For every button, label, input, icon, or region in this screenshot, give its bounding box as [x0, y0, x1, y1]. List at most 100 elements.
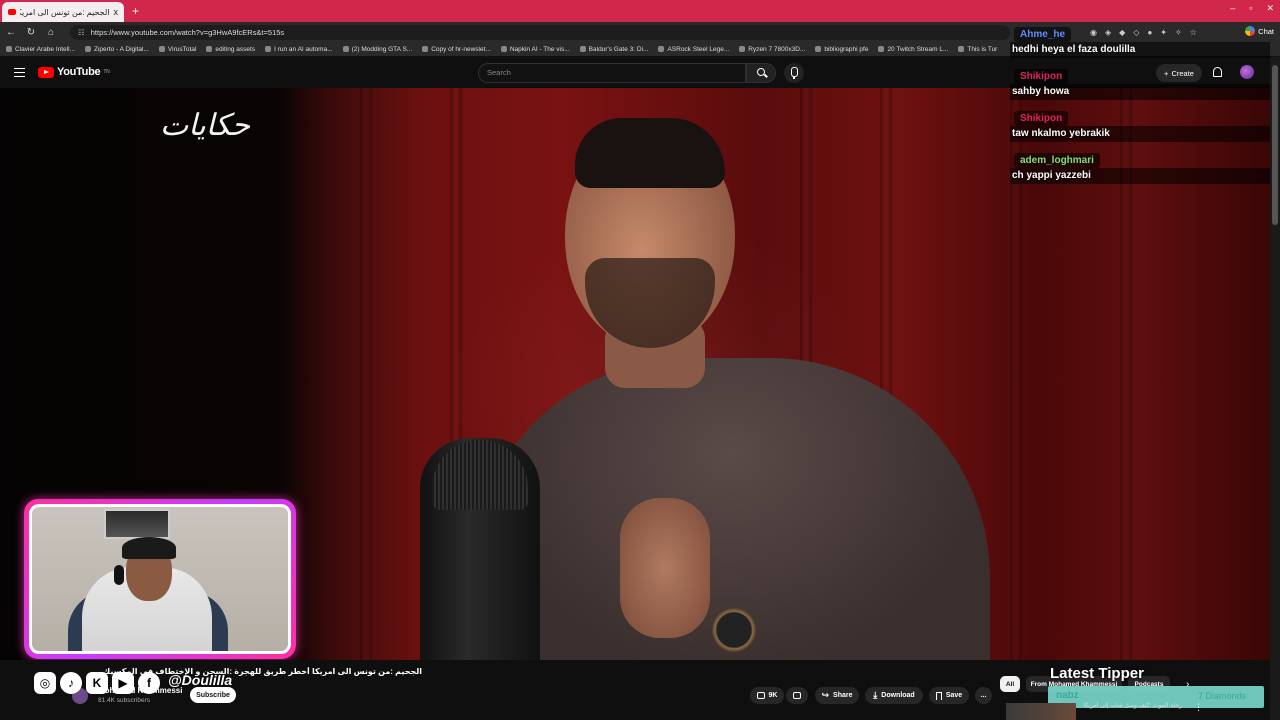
chat-username: Ahme_he [1014, 27, 1072, 42]
bookmark-item[interactable]: bibliographi pfe [815, 46, 868, 53]
tab-close-icon[interactable]: x [114, 7, 119, 17]
recommended-thumbnail[interactable] [1006, 703, 1076, 720]
bookmark-favicon-icon [84, 46, 91, 52]
bookmark-label: Ziperto - A Digital... [93, 45, 149, 53]
stream-chat-overlay: Ahme_he hedhi heya el faza doulilla Shikip… [1010, 24, 1270, 192]
bookmark-label: Clavier Arabe Intell... [15, 45, 75, 53]
chat-text: ch yappi yazzebi [1010, 168, 1270, 184]
youtube-logo[interactable]: YouTube TN [38, 66, 110, 78]
youtube-logo-text: YouTube [57, 66, 101, 78]
bookmark-favicon-icon [206, 46, 213, 52]
bookmark-item[interactable]: Clavier Arabe Intell... [6, 46, 75, 53]
url-field[interactable]: ☷ https://www.youtube.com/watch?v=g3HwA9… [70, 24, 1010, 40]
tab-title: الجحيم :من تونس الى امريكا أخطر طريق [20, 7, 110, 17]
chat-text: hedhi heya el faza doulilla [1010, 42, 1270, 58]
browser-tabbar: الجحيم :من تونس الى امريكا أخطر طريق x +… [0, 0, 1280, 22]
bookmark-item[interactable]: Napkin AI - The vis... [500, 45, 570, 53]
like-count: 9K [768, 692, 778, 699]
more-actions-button[interactable]: ... [975, 687, 992, 704]
search-input[interactable]: Search [478, 63, 746, 83]
bookmark-label: Copy of hr-newslet... [431, 45, 491, 53]
bookmark-favicon-icon [739, 46, 746, 52]
url-text: https://www.youtube.com/watch?v=g3HwA9fc… [90, 27, 285, 37]
bookmark-favicon-icon [265, 46, 272, 52]
headphones-icon [114, 565, 124, 585]
bookmark-label: Baldur's Gate 3: Di... [588, 45, 649, 53]
home-icon[interactable]: ⌂ [46, 27, 56, 38]
chat-text: taw nkalmo yebrakik [1010, 126, 1270, 142]
bookmark-label: 20 Twitch Stream L... [887, 45, 949, 53]
wall-poster [104, 509, 170, 539]
site-info-icon[interactable]: ☷ [78, 28, 85, 37]
more-vert-icon[interactable]: ⋮ [1194, 702, 1203, 713]
kick-icon: K [86, 672, 108, 694]
chat-username: adem_loghmari [1014, 153, 1100, 168]
bookmark-item[interactable]: Ziperto - A Digital... [84, 45, 149, 53]
download-icon: ⤓ [873, 690, 878, 700]
back-icon[interactable]: ← [6, 27, 16, 38]
tipper-name: nabz [1056, 690, 1079, 701]
bookmark-favicon-icon [422, 46, 429, 52]
tiktok-icon: ♪ [60, 672, 82, 694]
bookmark-item[interactable]: VirusTotal [158, 46, 196, 53]
streamer-handle: @Doulilla [168, 672, 233, 688]
streamer-hair [122, 537, 176, 559]
reload-icon[interactable]: ↻ [26, 27, 36, 38]
bookmark-item[interactable]: 20 Twitch Stream L... [878, 46, 948, 53]
bookmark-item[interactable]: Ryzen 7 7800x3D... [739, 46, 805, 53]
like-button[interactable]: 9K [750, 687, 784, 704]
bookmark-favicon-icon [342, 46, 349, 52]
bookmark-favicon-icon [878, 46, 885, 52]
dislike-button[interactable] [786, 687, 808, 704]
wristwatch [712, 608, 756, 652]
search-button[interactable] [746, 63, 776, 83]
minimize-icon[interactable]: – [1230, 3, 1235, 14]
download-label: Download [881, 692, 915, 699]
bookmark-favicon-icon [579, 46, 586, 52]
thumbs-up-icon [756, 692, 765, 699]
chip-all[interactable]: All [1000, 676, 1020, 692]
bookmark-label: This is Tur [967, 45, 998, 53]
bookmark-item[interactable]: (2) Modding GTA S... [342, 45, 413, 53]
curtain-fold [360, 88, 372, 660]
latest-tipper-label: Latest Tipper [1050, 665, 1144, 682]
save-label: Save [945, 692, 963, 699]
voice-search-icon[interactable] [784, 63, 804, 83]
maximize-icon[interactable]: ▫ [1249, 3, 1252, 14]
bookmark-item[interactable]: ASRock Steel Lege... [658, 46, 729, 53]
hamburger-menu-icon[interactable] [14, 68, 25, 77]
show-logo-watermark: حكايات [160, 108, 250, 143]
bookmark-favicon-icon [158, 46, 165, 52]
close-window-icon[interactable]: ✕ [1266, 3, 1274, 14]
scrollbar-thumb[interactable] [1272, 65, 1278, 225]
host-hair [575, 118, 725, 188]
bookmark-favicon-icon [958, 46, 965, 52]
subscribe-button[interactable]: Subscribe [190, 687, 236, 703]
recommended-title[interactable]: رحلة الموت :كيف وصل شاب إلى أمريكا [1082, 702, 1182, 709]
thumbs-down-icon [793, 692, 801, 699]
bookmark-label: bibliographi pfe [824, 45, 869, 53]
instagram-icon: ◎ [34, 672, 56, 694]
tab-youtube-video[interactable]: الجحيم :من تونس الى امريكا أخطر طريق x [2, 2, 124, 22]
share-button[interactable]: ↪ Share [815, 687, 859, 704]
bookmark-item[interactable]: editing assets [206, 46, 255, 53]
share-label: Share [833, 692, 853, 699]
bookmark-item[interactable]: Copy of hr-newslet... [422, 46, 491, 53]
bookmark-icon [935, 691, 942, 700]
bookmark-item[interactable]: I run an AI automa... [265, 46, 333, 53]
bookmark-label: Napkin AI - The vis... [509, 45, 570, 53]
youtube-favicon-icon [8, 9, 16, 15]
save-button[interactable]: Save [929, 687, 969, 704]
chat-username: Shikipon [1014, 69, 1069, 84]
download-button[interactable]: ⤓ Download [865, 687, 923, 704]
webcam-feed [29, 504, 291, 654]
country-code: TN [103, 69, 110, 75]
bookmark-item[interactable]: This is Tur [958, 46, 997, 53]
youtube-play-icon [38, 66, 54, 78]
youtube-icon: ▶ [112, 672, 134, 694]
bookmark-item[interactable]: Baldur's Gate 3: Di... [579, 45, 649, 53]
webcam-overlay [24, 499, 296, 659]
chat-username: Shikipon [1014, 111, 1069, 126]
bookmark-label: (2) Modding GTA S... [351, 45, 413, 53]
new-tab-button[interactable]: + [132, 4, 139, 18]
